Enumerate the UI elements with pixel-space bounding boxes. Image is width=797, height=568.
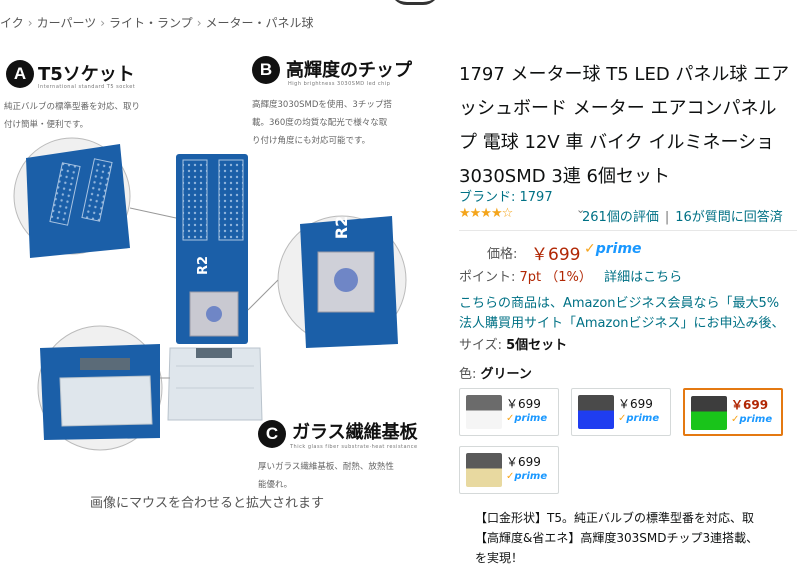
zoom-circle-a: [13, 137, 131, 258]
ratings-count-link[interactable]: 261個の評価: [582, 210, 659, 225]
prime-check-icon: ✓: [584, 241, 596, 257]
product-title-line: プ 電球 12V 車 バイク イルミネーショ: [459, 132, 775, 153]
breadcrumb-separator: ›: [27, 16, 33, 30]
size-row: サイズ: 5個セット: [459, 334, 567, 353]
swatch-price: ￥699: [731, 398, 769, 412]
prime-label: prime: [595, 241, 642, 257]
feature-c-desc-line: 厚いガラス繊維基板、耐熱、放熱性: [258, 462, 394, 472]
star-rating[interactable]: ★★★★☆: [459, 206, 514, 221]
feature-b-desc-line: 載。360度の均質な配光で様々な取: [252, 118, 388, 128]
points-label: ポイント:: [459, 270, 516, 285]
questions-link[interactable]: 16が質問に回答済: [675, 210, 783, 225]
color-swatch-white[interactable]: ￥699 ✓prime: [459, 388, 559, 436]
divider-bar: |: [664, 210, 670, 225]
feature-c-title: ガラス繊維基板: [292, 422, 418, 443]
feature-a-desc: 純正バルブの標準型番を対応、取り 付け簡単・便利です。: [4, 98, 140, 134]
product-title-line: ッシュボード メーター エアコンパネル: [459, 98, 777, 119]
feature-a-subtitle: International standard T5 socket: [38, 84, 136, 90]
swatch-prime: ✓prime: [506, 413, 547, 424]
price-value: ￥699: [531, 245, 581, 265]
swatch-thumbnail: [466, 453, 502, 487]
zoom-circle-c: [37, 325, 163, 451]
feature-b-desc-line: り付け角度にも対応可能です。: [252, 136, 371, 146]
zoom-hint: 画像にマウスを合わせると拡大されます: [90, 496, 325, 511]
bullet-continuation: を実現！: [475, 551, 524, 565]
top-curve-decoration: [390, 0, 440, 5]
swatch-prime: ✓prime: [731, 414, 772, 425]
feature-b-subtitle: High brightness 3030SMD led chip: [288, 81, 391, 87]
swatch-prime-label: prime: [739, 414, 773, 425]
pcb-board: [176, 154, 248, 344]
size-value: 5個セット: [506, 338, 568, 353]
color-swatch-green[interactable]: ￥699 ✓prime: [683, 388, 783, 436]
points-row: ポイント: 7pt （1%） 詳細はこちら: [459, 266, 682, 285]
feature-a-badge: A: [6, 60, 34, 88]
glass-base: [167, 347, 263, 421]
prime-badge: ✓prime: [584, 241, 642, 257]
feature-b-badge: B: [252, 56, 280, 84]
bullet-item: 【高輝度&省エネ】高輝度303SMDチップ3連搭載、: [475, 528, 797, 548]
feature-bullets: 【口金形状】T5。純正バルブの標準型番を対応、取 【高輝度&省エネ】高輝度303…: [459, 508, 797, 568]
size-label: サイズ:: [459, 338, 502, 353]
swatch-price: ￥699: [506, 397, 541, 411]
feature-a-desc-line: 付け簡単・便利です。: [4, 120, 89, 130]
swatch-prime-label: prime: [626, 413, 660, 424]
swatch-price: ￥699: [506, 455, 541, 469]
swatch-thumbnail: [466, 395, 502, 429]
product-title: 1797 メーター球 T5 LED パネル球 エア ッシュボード メーター エア…: [459, 58, 797, 194]
star-empty-icon: ☆: [501, 206, 514, 221]
swatch-prime-label: prime: [514, 413, 548, 424]
breadcrumb-item[interactable]: ライト・ランプ: [109, 16, 193, 30]
pcb-marking-zoom: R2: [332, 215, 352, 240]
feature-c-desc: 厚いガラス繊維基板、耐熱、放熱性 能優れ。: [258, 458, 394, 494]
bullet-item: 【口金形状】T5。純正バルブの標準型番を対応、取: [475, 508, 797, 528]
section-divider: [459, 230, 797, 231]
star-filled-icon: ★★★★: [459, 206, 503, 221]
color-row: 色: グリーン: [459, 363, 532, 382]
breadcrumb-item[interactable]: イク: [0, 16, 24, 30]
feature-a-title: T5ソケット: [38, 64, 135, 85]
business-notice[interactable]: こちらの商品は、Amazonビジネス会員なら「最大5% 法人購買用サイト「Ama…: [459, 294, 797, 334]
swatch-thumbnail: [691, 396, 727, 430]
product-image[interactable]: R2 R2 A T5ソケット International standard T5…: [0, 48, 446, 496]
price-label: 価格:: [487, 247, 518, 262]
feature-b-title: 高輝度のチップ: [286, 60, 412, 81]
breadcrumb: イク › カーパーツ › ライト・ランプ › メーター・パネル球: [0, 14, 314, 31]
swatch-thumbnail: [578, 395, 614, 429]
feature-b-desc-line: 高輝度3030SMDを使用、3チップ搭: [252, 100, 392, 110]
breadcrumb-separator: ›: [196, 16, 202, 30]
pcb-marking: R2: [196, 255, 212, 276]
rating-summary: 261個の評価 | 16が質問に回答済: [582, 206, 783, 225]
points-details-link[interactable]: 詳細はこちら: [604, 270, 682, 285]
swatch-prime-label: prime: [514, 471, 548, 482]
feature-b-desc: 高輝度3030SMDを使用、3チップ搭 載。360度の均質な配光で様々な取 り付…: [252, 96, 392, 150]
business-notice-line: こちらの商品は、Amazonビジネス会員なら「最大5%: [459, 296, 780, 311]
color-swatch-blue[interactable]: ￥699 ✓prime: [571, 388, 671, 436]
breadcrumb-item[interactable]: カーパーツ: [37, 16, 97, 30]
swatch-prime: ✓prime: [506, 471, 547, 482]
feature-c-badge: C: [258, 420, 286, 448]
points-value: 7pt （1%）: [519, 270, 592, 285]
breadcrumb-separator: ›: [100, 16, 106, 30]
swatch-price: ￥699: [618, 397, 653, 411]
brand-link[interactable]: ブランド: 1797: [459, 186, 553, 205]
product-title-line: 1797 メーター球 T5 LED パネル球 エア: [459, 64, 790, 85]
swatch-prime: ✓prime: [618, 413, 659, 424]
color-swatch-warm-white[interactable]: ￥699 ✓prime: [459, 446, 559, 494]
color-value: グリーン: [480, 367, 532, 382]
business-notice-line: 法人購買用サイト「Amazonビジネス」にお申込み後、: [459, 316, 785, 331]
color-label: 色:: [459, 367, 477, 382]
breadcrumb-item[interactable]: メーター・パネル球: [206, 16, 314, 30]
feature-a-desc-line: 純正バルブの標準型番を対応、取り: [4, 102, 141, 112]
feature-c-subtitle: Thick glass fiber substrate·heat resista…: [290, 444, 418, 450]
